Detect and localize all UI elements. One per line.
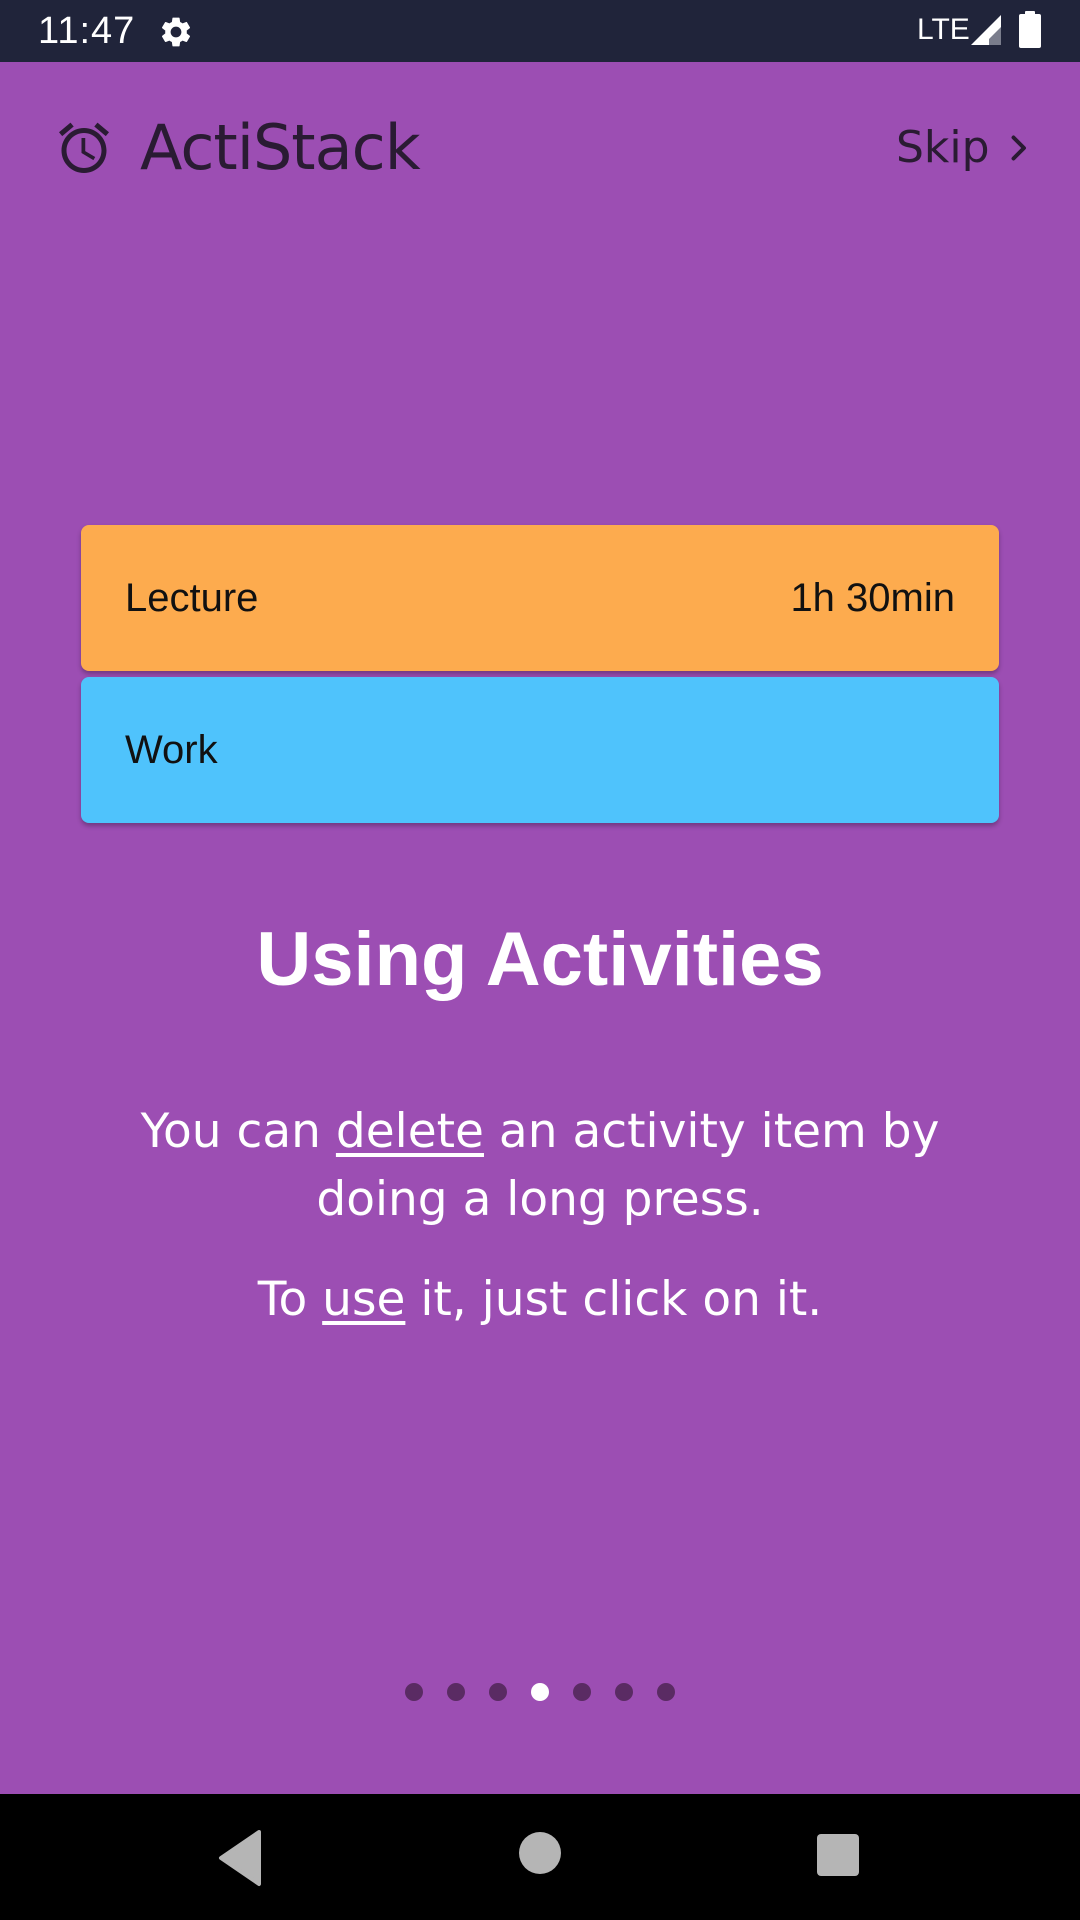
onboarding-screen: 11:47 LTE ActiStack Skip Lecture 1h 30mi… (0, 0, 1080, 1920)
chevron-right-icon (1011, 135, 1026, 161)
delete-instruction: You can delete an activity item by doing… (80, 1098, 1000, 1234)
page-dot[interactable] (657, 1683, 675, 1701)
slide-description: You can delete an activity item by doing… (80, 1098, 1000, 1334)
page-dot[interactable] (615, 1683, 633, 1701)
recents-square-icon[interactable] (817, 1834, 859, 1876)
slide-title: Using Activities (256, 917, 824, 1002)
activity-duration: 1h 30min (790, 575, 955, 620)
delete-keyword: delete (335, 1104, 484, 1159)
battery-icon (1019, 11, 1041, 48)
back-triangle-icon[interactable] (215, 1828, 265, 1888)
status-time: 11:47 (38, 10, 136, 52)
page-dot-active[interactable] (531, 1683, 549, 1701)
alarm-clock-icon (59, 122, 109, 173)
activity-card-lecture[interactable]: Lecture 1h 30min (81, 525, 999, 671)
page-indicator (0, 1683, 1080, 1701)
use-instruction-suffix: it, just click on it. (405, 1272, 823, 1327)
page-dot[interactable] (405, 1683, 423, 1701)
page-dot[interactable] (447, 1683, 465, 1701)
gear-icon (161, 17, 191, 47)
app-title: ActiStack (140, 111, 421, 184)
activity-name: Lecture (125, 575, 259, 620)
use-keyword: use (322, 1272, 406, 1327)
status-bar: 11:47 LTE (0, 0, 1080, 62)
activity-name: Work (125, 727, 218, 772)
use-instruction-prefix: To (257, 1272, 323, 1327)
skip-button[interactable]: Skip (896, 116, 1036, 180)
page-dot[interactable] (489, 1683, 507, 1701)
signal-icon (971, 15, 1001, 45)
activity-card-work[interactable]: Work (81, 677, 999, 823)
use-instruction: To use it, just click on it. (80, 1266, 1000, 1334)
network-type: LTE (917, 13, 970, 46)
delete-instruction-prefix: You can (140, 1104, 336, 1159)
skip-label: Skip (896, 122, 990, 173)
navigation-bar (0, 1794, 1080, 1920)
page-dot[interactable] (573, 1683, 591, 1701)
home-circle-icon[interactable] (519, 1832, 561, 1874)
